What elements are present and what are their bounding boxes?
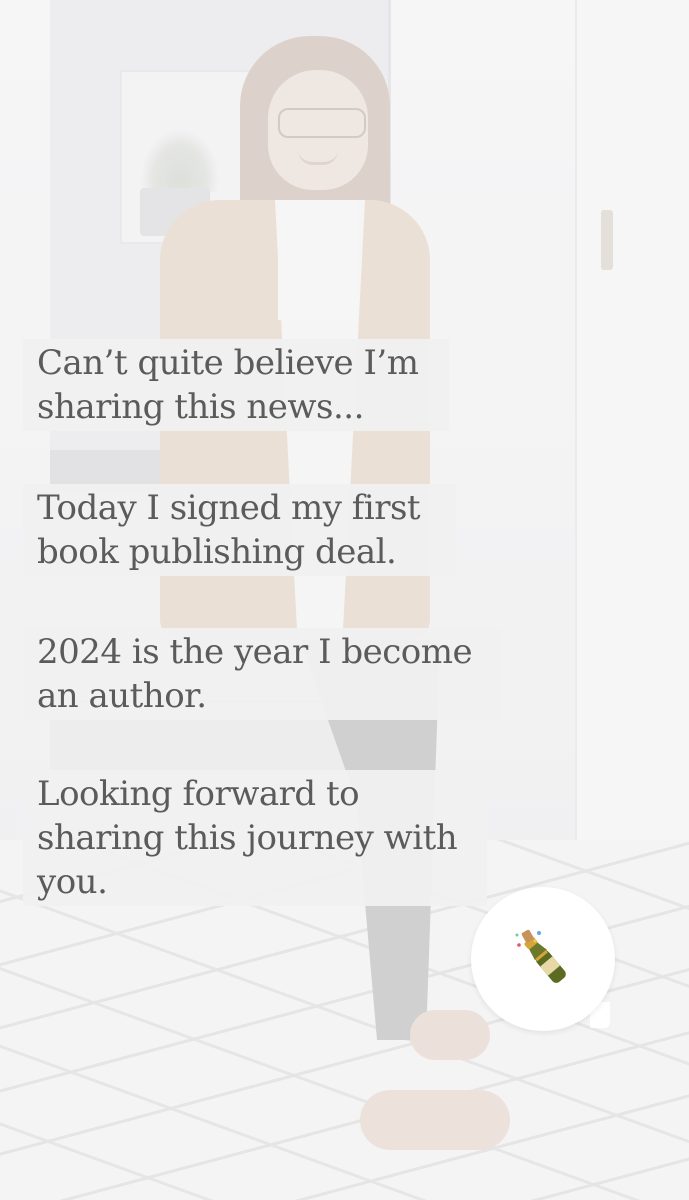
background-photo	[0, 0, 689, 1200]
caption-line: Today I signed my first	[37, 488, 421, 528]
caption-line: sharing this journey with	[37, 818, 458, 858]
caption-line: 2024 is the year I become	[37, 632, 473, 672]
caption-line: Can’t quite believe I’m	[37, 343, 419, 383]
caption-line: an author.	[37, 676, 207, 716]
photo-fade-overlay	[0, 0, 689, 1200]
story-caption: Can’t quite believe I’m sharing this new…	[23, 339, 449, 431]
story-caption: Looking forward to sharing this journey …	[23, 770, 487, 906]
caption-line: book publishing deal.	[37, 532, 397, 572]
champagne-bottle-icon	[515, 929, 566, 983]
caption-line: Looking forward to	[37, 774, 360, 814]
caption-line: you.	[37, 862, 108, 902]
story-caption: Today I signed my first book publishing …	[23, 484, 456, 576]
caption-line: sharing this news...	[37, 387, 364, 427]
story-caption: 2024 is the year I become an author.	[23, 628, 501, 720]
reaction-bubble[interactable]	[471, 887, 615, 1031]
